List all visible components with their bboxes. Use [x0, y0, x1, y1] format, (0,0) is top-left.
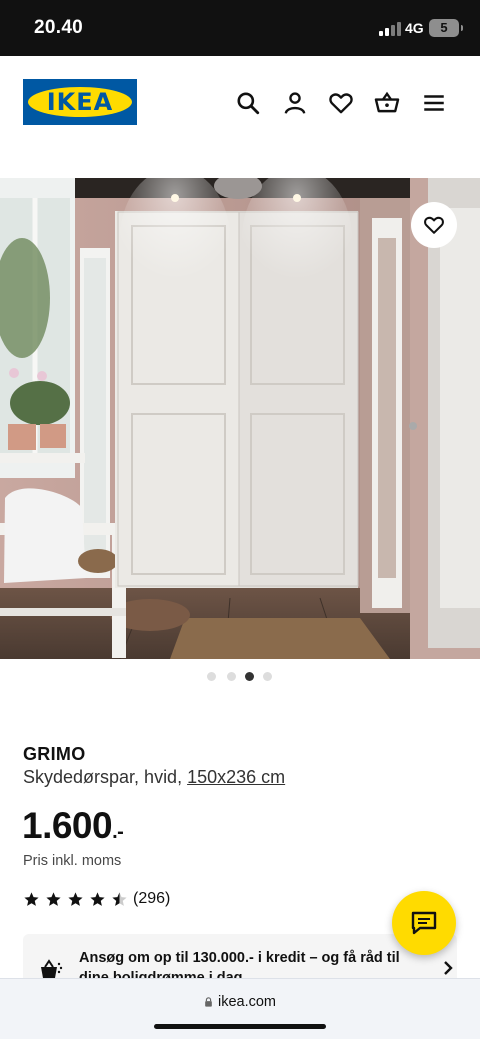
home-indicator — [154, 1024, 326, 1029]
account-icon[interactable] — [282, 90, 308, 116]
signal-icon — [379, 22, 401, 36]
logo-text: IKEA — [46, 88, 114, 116]
product-type: Skydedørspar, hvid, — [23, 767, 188, 787]
review-count[interactable]: (296) — [133, 890, 170, 908]
status-time: 20.40 — [34, 17, 84, 38]
chat-icon — [411, 911, 437, 935]
star-full-icon — [46, 892, 61, 906]
carousel-dot[interactable] — [207, 672, 216, 681]
ikea-logo[interactable]: IKEA — [23, 79, 137, 125]
network-label: 4G — [405, 20, 424, 36]
browser-url-bar[interactable]: ikea.com — [0, 978, 480, 1039]
star-full-icon — [24, 892, 39, 906]
star-half-icon — [112, 892, 127, 906]
product-description: Skydedørspar, hvid, 150x236 cm — [23, 767, 285, 788]
wardrobe-photo — [0, 178, 480, 659]
chevron-right-icon — [444, 961, 453, 975]
product-image[interactable] — [0, 178, 480, 659]
url-text: ikea.com — [217, 994, 277, 1010]
favorite-button[interactable] — [411, 202, 457, 248]
product-size-link[interactable]: 150x236 cm — [187, 767, 285, 787]
product-price: 1.600.- — [22, 805, 124, 847]
heart-icon — [424, 216, 444, 234]
lock-icon — [205, 997, 212, 1007]
carousel-dot-active[interactable] — [245, 672, 254, 681]
carousel-dot[interactable] — [227, 672, 236, 681]
status-bar: 20.40 4G 5 — [0, 0, 480, 56]
product-name: GRIMO — [23, 744, 86, 764]
menu-icon[interactable] — [421, 90, 447, 116]
star-full-icon — [68, 892, 83, 906]
basket-icon[interactable] — [374, 90, 400, 116]
price-note: Pris inkl. moms — [23, 853, 122, 869]
price-suffix: .- — [112, 821, 124, 843]
heart-icon[interactable] — [328, 90, 354, 116]
battery-icon: 5 — [429, 19, 463, 37]
chat-button[interactable] — [392, 891, 456, 955]
search-icon[interactable] — [235, 90, 261, 116]
price-value: 1.600 — [22, 805, 113, 846]
star-full-icon — [90, 892, 105, 906]
site-header: IKEA — [0, 56, 480, 178]
url-display[interactable]: ikea.com — [0, 994, 480, 1010]
carousel-dot[interactable] — [263, 672, 272, 681]
